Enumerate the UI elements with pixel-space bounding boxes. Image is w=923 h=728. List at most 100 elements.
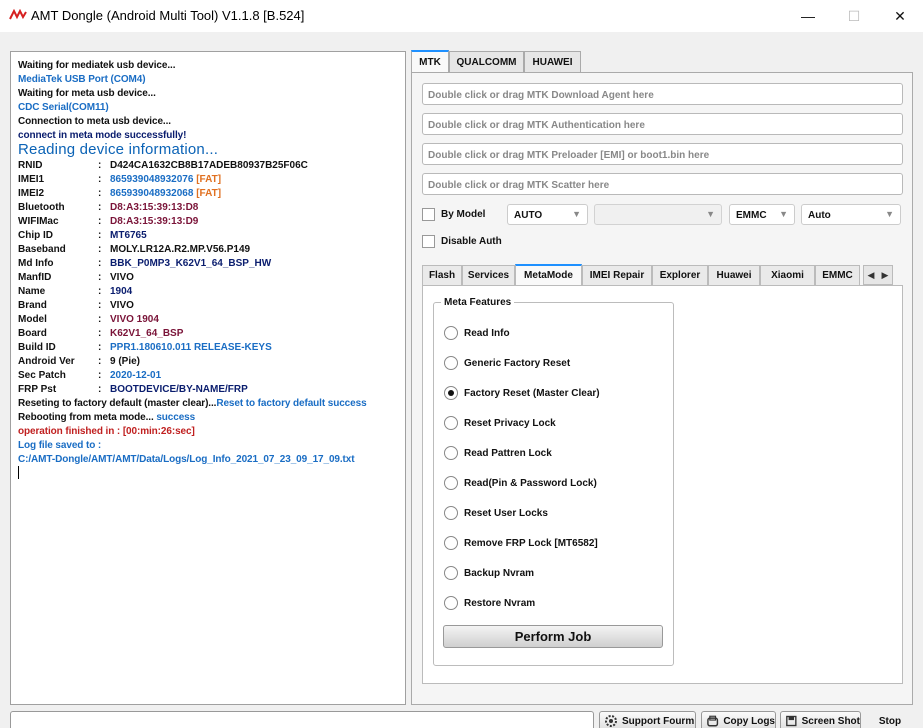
- radio-label[interactable]: Reset User Locks: [464, 508, 548, 519]
- mode-value: AUTO: [514, 210, 543, 221]
- perform-job-button[interactable]: Perform Job: [443, 625, 663, 648]
- mode-select[interactable]: AUTO ▼: [507, 204, 588, 225]
- radio-button[interactable]: [444, 476, 458, 490]
- tab-huawei-sub[interactable]: Huawei: [708, 265, 760, 285]
- log-field-value-text: VIVO: [110, 272, 134, 283]
- log-field-value: 865939048932068 [FAT]: [110, 188, 221, 200]
- tab-explorer[interactable]: Explorer: [652, 265, 708, 285]
- radio-button[interactable]: [444, 356, 458, 370]
- log-field-value: PPR1.180610.011 RELEASE-KEYS: [110, 342, 272, 354]
- minimize-button[interactable]: —: [785, 0, 831, 32]
- preloader-field[interactable]: Double click or drag MTK Preloader [EMI]…: [422, 143, 903, 165]
- copy-logs-button[interactable]: Copy Logs: [701, 711, 776, 728]
- log-line: Reseting to factory default (master clea…: [18, 398, 367, 410]
- log-field-value: BOOTDEVICE/BY-NAME/FRP: [110, 384, 248, 396]
- log-field-value-text: 2020-12-01: [110, 370, 162, 381]
- tab-emmc[interactable]: EMMC: [815, 265, 860, 285]
- tab-scroll-arrows[interactable]: ◀ ▶: [863, 265, 893, 285]
- tab-mtk[interactable]: MTK: [411, 50, 449, 72]
- radio-button[interactable]: [444, 446, 458, 460]
- copy-logs-label: Copy Logs: [723, 715, 775, 727]
- radio-button[interactable]: [444, 416, 458, 430]
- log-field-colon: :: [98, 384, 102, 395]
- log-panel[interactable]: Waiting for mediatek usb device... Media…: [10, 51, 406, 705]
- log-field-key: Brand: [18, 300, 47, 311]
- log-field-key: Chip ID: [18, 230, 53, 241]
- model-select[interactable]: ▼: [594, 204, 722, 225]
- maximize-button[interactable]: ☐: [831, 0, 877, 32]
- log-field-colon: :: [98, 314, 102, 325]
- tab-flash[interactable]: Flash: [422, 265, 462, 285]
- radio-label[interactable]: Factory Reset (Master Clear): [464, 388, 600, 399]
- log-field-value-text: BBK_P0MP3_K62V1_64_BSP_HW: [110, 258, 272, 269]
- log-field-key: Build ID: [18, 342, 56, 353]
- log-field-value-text: 865939048932076: [110, 174, 194, 185]
- support-forum-button[interactable]: Support Fourm: [599, 711, 696, 728]
- authentication-field[interactable]: Double click or drag MTK Authentication …: [422, 113, 903, 135]
- radio-label[interactable]: Remove FRP Lock [MT6582]: [464, 538, 598, 549]
- log-field-colon: :: [98, 230, 102, 241]
- log-field-value-text: 9 (Pie): [110, 356, 141, 367]
- storage-select[interactable]: EMMC ▼: [729, 204, 795, 225]
- log-field-value-text: MOLY.LR12A.R2.MP.V56.P149: [110, 244, 251, 255]
- gear-icon: [605, 715, 617, 727]
- auto-select[interactable]: Auto ▼: [801, 204, 901, 225]
- log-field-colon: :: [98, 160, 102, 171]
- radio-label[interactable]: Read Info: [464, 328, 510, 339]
- log-field-value-text: 865939048932068: [110, 188, 194, 199]
- log-field-value-text: D8:A3:15:39:13:D9: [110, 216, 199, 227]
- radio-label[interactable]: Read Pattren Lock: [464, 448, 552, 459]
- support-forum-label: Support Fourm: [622, 715, 695, 727]
- log-field-colon: :: [98, 342, 102, 353]
- radio-button[interactable]: [444, 326, 458, 340]
- log-field-value-text: D8:A3:15:39:13:D8: [110, 202, 199, 213]
- log-field-value-text: PPR1.180610.011 RELEASE-KEYS: [110, 342, 272, 353]
- meta-features-title: Meta Features: [441, 297, 515, 308]
- log-field-value: VIVO: [110, 300, 134, 312]
- log-field-value: D8:A3:15:39:13:D8: [110, 202, 198, 214]
- stop-button[interactable]: Stop: [865, 711, 915, 728]
- tab-huawei[interactable]: HUAWEI: [524, 51, 581, 72]
- chevron-left-icon[interactable]: ◀: [868, 270, 875, 281]
- log-field-value-text: VIVO 1904: [110, 314, 159, 325]
- screen-shot-button[interactable]: Screen Shot: [780, 711, 861, 728]
- log-field-value-text: 1904: [110, 286, 133, 297]
- log-field-colon: :: [98, 244, 102, 255]
- scatter-field[interactable]: Double click or drag MTK Scatter here: [422, 173, 903, 195]
- radio-label[interactable]: Restore Nvram: [464, 598, 535, 609]
- log-field-key: FRP Pst: [18, 384, 57, 395]
- radio-button[interactable]: [444, 386, 458, 400]
- radio-button[interactable]: [444, 506, 458, 520]
- radio-button[interactable]: [444, 566, 458, 580]
- log-field-key: RNID: [18, 160, 43, 171]
- log-line: C:/AMT-Dongle/AMT/AMT/Data/Logs/Log_Info…: [18, 454, 355, 465]
- tab-imei-repair[interactable]: IMEI Repair: [582, 265, 652, 285]
- log-field-value: D424CA1632CB8B17ADEB80937B25F06C: [110, 160, 308, 172]
- radio-button[interactable]: [444, 536, 458, 550]
- tab-xiaomi[interactable]: Xiaomi: [760, 265, 815, 285]
- tab-qualcomm[interactable]: QUALCOMM: [449, 51, 524, 72]
- by-model-checkbox[interactable]: [422, 208, 435, 221]
- radio-label[interactable]: Backup Nvram: [464, 568, 534, 579]
- screen-shot-label: Screen Shot: [801, 715, 860, 727]
- radio-button[interactable]: [444, 596, 458, 610]
- log-field-value-text: BOOTDEVICE/BY-NAME/FRP: [110, 384, 248, 395]
- close-button[interactable]: ✕: [877, 0, 923, 32]
- radio-label[interactable]: Read(Pin & Password Lock): [464, 478, 597, 489]
- radio-label[interactable]: Generic Factory Reset: [464, 358, 570, 369]
- text-caret: [18, 466, 19, 479]
- reset-result: Reset to factory default success: [216, 398, 367, 409]
- chevron-right-icon[interactable]: ▶: [882, 270, 889, 281]
- tab-services[interactable]: Services: [462, 265, 515, 285]
- tab-metamode[interactable]: MetaMode: [515, 264, 582, 285]
- chevron-down-icon: ▼: [706, 209, 715, 219]
- log-field-colon: :: [98, 188, 102, 199]
- download-agent-field[interactable]: Double click or drag MTK Download Agent …: [422, 83, 903, 105]
- by-model-label: By Model: [441, 209, 486, 220]
- log-field-colon: :: [98, 258, 102, 269]
- radio-label[interactable]: Reset Privacy Lock: [464, 418, 556, 429]
- log-line: MediaTek USB Port (COM4): [18, 74, 146, 85]
- disable-auth-checkbox[interactable]: [422, 235, 435, 248]
- reboot-line: Rebooting from meta mode...: [18, 412, 154, 423]
- log-field-value: K62V1_64_BSP: [110, 328, 183, 340]
